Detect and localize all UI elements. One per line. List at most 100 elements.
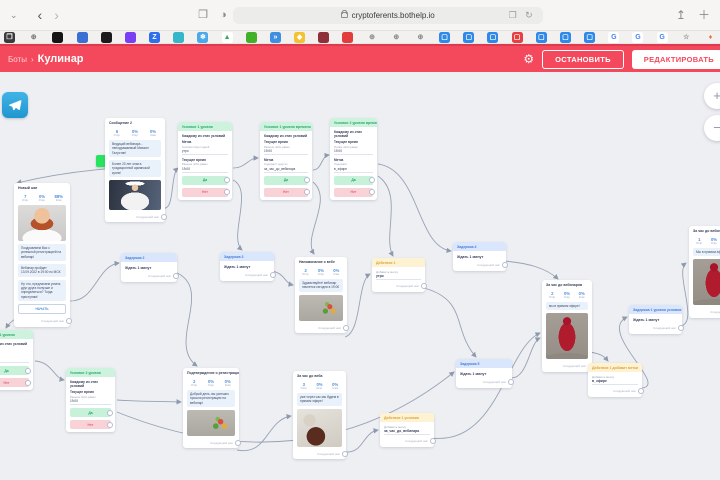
chef-photo [109,179,161,210]
card-on-air-2[interactable]: За час до вебинаров1Отпр.0%Откр.0%КликМы… [689,226,720,318]
condition-field: Текущее время Раньше либо равно 19:00 [260,140,312,155]
no-port[interactable] [25,379,31,386]
delay-3-out-port[interactable] [270,272,276,279]
delay-6-out-port[interactable] [678,325,684,332]
yes-port[interactable] [107,409,113,416]
card-message-2[interactable]: Сообщение 2 6 Отпр. 0% Откр. 0% Клик Ведущий ве… [105,118,167,223]
next-step-link[interactable]: Следующий шаг [405,439,428,443]
card-webinar-reminder[interactable]: Напоминание о вебе 2 Отпр. 0% Откр. 0% Клик Здр… [295,257,349,334]
next-step-link[interactable]: Следующий шаг [148,274,171,278]
next-step-link[interactable]: Следующий шаг [710,310,720,314]
card-new-step[interactable]: Новый шаг 7 Отпр. 0% Откр. 88% Клик Поздравляем… [14,183,72,327]
woman-photo [693,259,720,306]
delay-4-footer: Следующий шаг [453,261,508,271]
next-step-link[interactable]: Следующий шаг [210,441,233,445]
stat-2: 0% Клик [574,291,589,299]
yes-button[interactable]: Да [264,175,310,185]
field-label: Метка [0,348,29,352]
yes-button[interactable]: Да [182,175,230,185]
message-bubble: Более 20 лет опыта традиционной армянско… [109,159,161,177]
no-button[interactable]: Нет [0,378,31,387]
yes-port[interactable] [224,177,230,183]
card-condition-3[interactable]: Условие 2 уровня времени Каждому из этих … [330,118,377,200]
next-step-link[interactable]: Следующий шаг [563,364,586,368]
next-step-link[interactable]: Следующий шаг [41,319,64,323]
hour-before-web-out-port[interactable] [342,450,348,457]
next-step-link[interactable]: Следующий шаг [317,452,340,456]
card-condition-2[interactable]: Условие 1 уровня времени Каждому из этих … [260,122,312,200]
action-3-footer: Следующий шаг [588,387,644,397]
message-2-out-port[interactable] [161,214,167,221]
card-delay-3[interactable]: Задержка 3 Ждать 1 минут Следующий шаг [220,252,276,281]
card-registration-confirm[interactable]: Подтверждение о регистрации 2 Отпр. 0% Откр.… [183,368,241,449]
no-button[interactable]: Нет [70,420,113,429]
card-action-3[interactable]: Действие 1 добавит метки Добавить метку в_… [588,363,644,397]
next-step-link[interactable]: Следующий шаг [653,326,676,330]
message-bubble: мы в прямом эфире! [546,302,588,311]
card-title: Задержка 5 [456,359,512,368]
field-operator: Содержит [334,162,347,166]
no-port[interactable] [107,421,113,428]
next-step-link[interactable]: Следующий шаг [477,263,500,267]
card-condition-1[interactable]: Условие 1 уровня Каждому из этих условий М… [178,122,232,200]
action-2-out-port[interactable] [430,438,436,445]
field-value: 19:00 [334,149,373,155]
yes-port[interactable] [25,367,31,374]
card-condition-5[interactable]: Условие 2 уровня Каждому из этих условий Т… [66,368,115,432]
new-step-out-port[interactable] [66,318,72,325]
card-on-air[interactable]: За час до вебинаров 2 Отпр. 0% Откр. 0% Клик мы… [542,280,594,372]
field-label: Текущее время [182,157,206,162]
delay-2-out-port[interactable] [173,273,179,280]
card-hour-before-web[interactable]: За час до веба 3 Отпр. 0% Откр. 0% Клик уже чер… [293,371,348,460]
card-delay-4[interactable]: Задержка 4 Ждать 1 минут Следующий шаг [453,242,508,271]
yes-button[interactable]: Да [0,366,31,375]
stat-label: Отпр. [695,242,703,245]
card-action-2[interactable]: Действие 1 условия Добавить метку за_час_д… [380,413,436,447]
card-condition-4[interactable]: Условие 1 уровня Каждому из этих условий М… [0,330,33,390]
next-step-link[interactable]: Следующий шаг [318,326,341,330]
card-action-1[interactable]: Действие 1 Добавить метку утро Следующий ша… [372,258,427,292]
no-port[interactable] [369,189,375,195]
action-value: за_час_до_вебинара [384,429,430,435]
yes-port[interactable] [369,177,375,183]
no-button[interactable]: Нет [264,187,310,197]
field-value: за_час_до_вебинара [264,167,308,173]
card-delay-6[interactable]: Задержка 1 уровня условия Ждать 1 минут Сл… [629,305,684,334]
registration-confirm-out-port[interactable] [235,440,241,447]
yes-port[interactable] [304,177,310,183]
no-button[interactable]: Нет [334,187,375,197]
card-title: Условие 1 уровня [178,122,232,131]
webinar-reminder-out-port[interactable] [343,324,349,331]
telegram-icon[interactable] [2,92,28,118]
card-delay-5[interactable]: Задержка 5 Ждать 1 минут Следующий шаг [456,359,514,388]
card-title: Задержка 3 [220,252,274,261]
on-air-footer: Следующий шаг [542,362,594,372]
stat-label: Отпр. [302,273,310,276]
no-port[interactable] [224,189,230,195]
message-bubble: Вебинар пройдет 13.09.2022 в 19:00 по МС… [18,263,66,277]
yes-button[interactable]: Да [334,175,375,185]
no-port[interactable] [304,189,310,195]
new-step-footer: Следующий шаг [14,317,72,327]
no-button[interactable]: Нет [182,187,230,197]
next-step-link[interactable]: Следующий шаг [483,380,506,384]
button-bubble[interactable]: НАЧАТЬ [18,303,66,315]
action-1-out-port[interactable] [421,283,427,290]
next-step-link[interactable]: Следующий шаг [613,389,636,393]
delay-4-out-port[interactable] [502,262,508,269]
on-air-2-footer: Следующий шаг [689,308,720,318]
zoom-in-button[interactable]: + [704,83,720,109]
next-step-link[interactable]: Следующий шаг [245,273,268,277]
card-delay-2[interactable]: Задержка 2 Ждать 1 минут Следующий шаг [121,253,179,282]
zoom-out-button[interactable]: − [704,115,720,141]
delay-5-out-port[interactable] [508,379,514,386]
yes-button[interactable]: Да [70,408,113,417]
stat-2: 88% Клик [50,194,67,202]
stat-1: 0% Откр. [126,129,144,137]
stat-1: 0% Откр. [312,382,328,390]
card-title: Задержка 2 [121,253,177,262]
next-step-link[interactable]: Следующий шаг [136,215,159,219]
action-3-out-port[interactable] [638,388,644,395]
next-step-link[interactable]: Следующий шаг [396,284,419,288]
stat-2: 0% Клик [327,382,343,390]
